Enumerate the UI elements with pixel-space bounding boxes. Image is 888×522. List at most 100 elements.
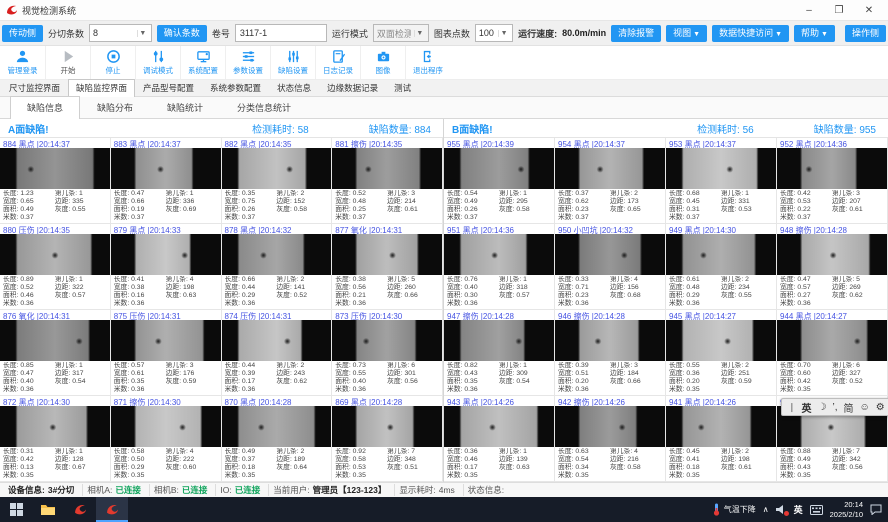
exit-program-button[interactable]: 退出程序 — [405, 46, 450, 79]
run-mode-select[interactable]: 双面检测 ▼ — [373, 24, 429, 42]
defect-image[interactable] — [777, 320, 887, 361]
taskbar-clock[interactable]: 20:14 2025/2/10 — [830, 500, 863, 519]
start-button[interactable]: 开始 — [45, 46, 90, 79]
defect-cell[interactable]: 869 黑点 |20:14:28 长度: 0.92宽度: 0.58面积: 0.5… — [332, 396, 443, 482]
ime-halfwidth-moon-icon[interactable]: ☽ — [818, 402, 827, 413]
subtab-defect-statistics[interactable]: 缺陷统计 — [150, 96, 220, 118]
defect-cell[interactable]: 952 黑点 |20:14:36 长度: 0.42宽度: 0.53面积: 0.2… — [777, 138, 888, 224]
defect-image[interactable] — [555, 320, 665, 361]
ime-language-toggle[interactable]: 英 — [802, 400, 812, 415]
defect-cell[interactable]: 881 擦伤 |20:14:35 长度: 0.52宽度: 0.48面积: 0.2… — [332, 138, 443, 224]
coil-number-input[interactable] — [235, 24, 327, 42]
tab-status-info[interactable]: 状态信息 — [269, 79, 319, 96]
tab-test[interactable]: 测试 — [386, 79, 419, 96]
defect-image[interactable] — [777, 234, 887, 275]
defect-image[interactable] — [222, 406, 332, 447]
ime-simplified-toggle[interactable]: 简 — [844, 400, 854, 415]
defect-image[interactable] — [222, 148, 332, 189]
defect-cell[interactable]: 943 黑点 |20:14:26 长度: 0.36宽度: 0.46面积: 0.1… — [444, 396, 555, 482]
defect-cell[interactable]: 946 擦伤 |20:14:28 长度: 0.39宽度: 0.51面积: 0.2… — [555, 310, 666, 396]
view-menu-button[interactable]: 视图▼ — [666, 25, 707, 42]
defect-image[interactable] — [222, 320, 332, 361]
defect-image[interactable] — [444, 148, 554, 189]
defect-cell[interactable]: 954 黑点 |20:14:37 长度: 0.37宽度: 0.62面积: 0.2… — [555, 138, 666, 224]
image-button[interactable]: 图像 — [360, 46, 405, 79]
defect-image[interactable] — [666, 320, 776, 361]
defect-settings-button[interactable]: 缺陷设置 — [270, 46, 315, 79]
ime-keyboard-icon[interactable] — [810, 505, 823, 515]
defect-cell[interactable]: 951 黑点 |20:14:36 长度: 0.76宽度: 0.40面积: 0.3… — [444, 224, 555, 310]
defect-cell[interactable]: 941 黑点 |20:14:26 长度: 0.45宽度: 0.41面积: 0.1… — [666, 396, 777, 482]
defect-cell[interactable]: 942 擦伤 |20:14:26 长度: 0.63宽度: 0.54面积: 0.3… — [555, 396, 666, 482]
defect-image[interactable] — [0, 148, 110, 189]
clear-alarm-button[interactable]: 清除报警 — [611, 25, 661, 42]
defect-image[interactable] — [555, 406, 665, 447]
defect-cell[interactable]: 875 压伤 |20:14:31 长度: 0.57宽度: 0.61面积: 0.3… — [111, 310, 222, 396]
defect-cell[interactable]: 880 压伤 |20:14:35 长度: 0.89宽度: 0.52面积: 0.4… — [0, 224, 111, 310]
defect-image[interactable] — [555, 148, 665, 189]
defect-cell[interactable]: 873 压伤 |20:14:30 长度: 0.73宽度: 0.55面积: 0.4… — [332, 310, 443, 396]
defect-cell[interactable]: 879 黑点 |20:14:33 长度: 0.41宽度: 0.38面积: 0.1… — [111, 224, 222, 310]
operator-side-button[interactable]: 操作侧 — [845, 25, 886, 42]
ime-grip-handle[interactable]: ❙ — [788, 402, 796, 413]
defect-image[interactable] — [666, 406, 776, 447]
defect-cell[interactable]: 953 黑点 |20:14:37 长度: 0.68宽度: 0.45面积: 0.3… — [666, 138, 777, 224]
defect-cell[interactable]: 882 黑点 |20:14:35 长度: 0.35宽度: 0.75面积: 0.2… — [222, 138, 333, 224]
ime-settings-gear-icon[interactable]: ⚙ — [876, 402, 885, 413]
minimize-button[interactable]: – — [794, 1, 824, 19]
subtab-defect-info[interactable]: 缺陷信息 — [10, 96, 80, 119]
defect-image[interactable] — [222, 234, 332, 275]
maximize-button[interactable]: ❐ — [824, 1, 854, 19]
action-center-icon[interactable] — [870, 504, 882, 515]
help-menu-button[interactable]: 帮助▼ — [794, 25, 835, 42]
admin-login-button[interactable]: 管理登录 — [0, 46, 45, 79]
file-explorer-button[interactable] — [32, 497, 64, 522]
defect-image[interactable] — [666, 148, 776, 189]
tab-product-model-config[interactable]: 产品型号配置 — [135, 79, 202, 96]
defect-image[interactable] — [111, 320, 221, 361]
subtab-class-info-statistics[interactable]: 分类信息统计 — [220, 96, 308, 118]
defect-cell[interactable]: 878 黑点 |20:14:32 长度: 0.66宽度: 0.44面积: 0.2… — [222, 224, 333, 310]
defect-image[interactable] — [332, 406, 442, 447]
defect-cell[interactable]: 883 黑点 |20:14:37 长度: 0.47宽度: 0.66面积: 0.1… — [111, 138, 222, 224]
defect-cell[interactable]: 947 擦伤 |20:14:28 长度: 0.82宽度: 0.43面积: 0.3… — [444, 310, 555, 396]
start-menu-button[interactable] — [0, 497, 32, 522]
input-language-indicator[interactable]: 英 — [794, 503, 803, 516]
defect-image[interactable] — [111, 406, 221, 447]
slit-count-select[interactable]: 8 ▼ — [89, 24, 152, 42]
defect-image[interactable] — [332, 234, 442, 275]
tab-edge-data-record[interactable]: 边缘数据记录 — [319, 79, 386, 96]
defect-cell[interactable]: 874 压伤 |20:14:31 长度: 0.44宽度: 0.39面积: 0.1… — [222, 310, 333, 396]
data-quick-access-menu-button[interactable]: 数据快捷访问▼ — [712, 25, 789, 42]
detection-app-active-button[interactable] — [96, 497, 128, 522]
tab-defect-monitor[interactable]: 缺陷监控界面 — [68, 79, 135, 97]
close-button[interactable]: ✕ — [854, 1, 884, 19]
log-record-button[interactable]: 日志记录 — [315, 46, 360, 79]
detection-app-button[interactable] — [64, 497, 96, 522]
defect-image[interactable] — [666, 234, 776, 275]
defect-image[interactable] — [444, 320, 554, 361]
parameter-settings-button[interactable]: 参数设置 — [225, 46, 270, 79]
tab-size-monitor[interactable]: 尺寸监控界面 — [1, 79, 68, 96]
defect-cell[interactable]: 948 擦伤 |20:14:28 长度: 0.47宽度: 0.57面积: 0.2… — [777, 224, 888, 310]
defect-cell[interactable]: 949 黑点 |20:14:30 长度: 0.61宽度: 0.48面积: 0.2… — [666, 224, 777, 310]
stop-button[interactable]: 停止 — [90, 46, 135, 79]
defect-image[interactable] — [555, 234, 665, 275]
defect-image[interactable] — [0, 406, 110, 447]
subtab-defect-distribution[interactable]: 缺陷分布 — [80, 96, 150, 118]
chart-points-select[interactable]: 100 ▼ — [475, 24, 513, 42]
tray-expand-chevron[interactable]: ∧ — [763, 505, 769, 514]
ime-emoji-icon[interactable]: ☺ — [860, 402, 870, 413]
defect-cell[interactable]: 884 黑点 |20:14:37 长度: 1.23宽度: 0.65面积: 0.4… — [0, 138, 111, 224]
defect-cell[interactable]: 945 黑点 |20:14:27 长度: 0.55宽度: 0.36面积: 0.2… — [666, 310, 777, 396]
defect-cell[interactable]: 872 黑点 |20:14:30 长度: 0.31宽度: 0.42面积: 0.1… — [0, 396, 111, 482]
system-config-button[interactable]: 系统配置 — [180, 46, 225, 79]
defect-image[interactable] — [332, 148, 442, 189]
debug-mode-button[interactable]: 调试模式 — [135, 46, 180, 79]
defect-cell[interactable]: 876 氧化 |20:14:31 长度: 0.85宽度: 0.47面积: 0.4… — [0, 310, 111, 396]
defect-image[interactable] — [444, 406, 554, 447]
tab-system-param-config[interactable]: 系统参数配置 — [202, 79, 269, 96]
defect-cell[interactable]: 944 黑点 |20:14:27 长度: 0.70宽度: 0.60面积: 0.4… — [777, 310, 888, 396]
ime-punctuation-toggle[interactable]: ’, — [833, 402, 838, 413]
defect-image[interactable] — [777, 148, 887, 189]
